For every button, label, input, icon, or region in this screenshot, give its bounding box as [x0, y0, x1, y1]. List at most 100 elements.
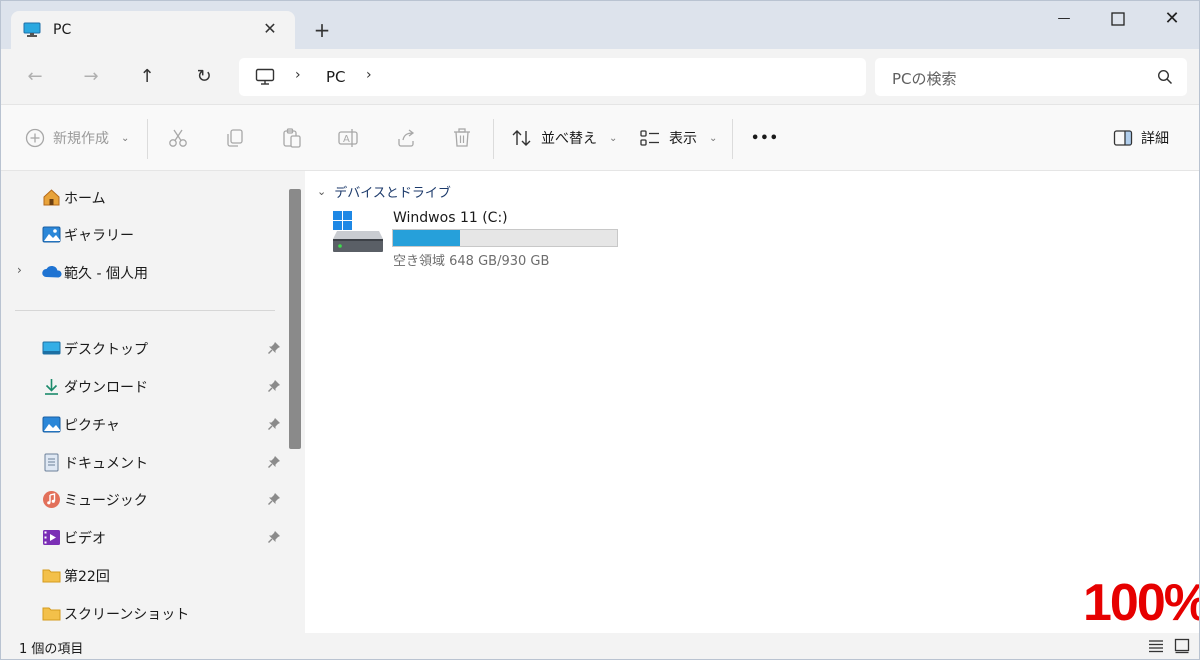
- zoom-overlay-label: 100%: [1083, 574, 1200, 632]
- new-tab-button[interactable]: +: [309, 17, 335, 43]
- videos-icon: [42, 528, 61, 547]
- chevron-down-icon: ⌄: [709, 132, 718, 144]
- breadcrumb-separator[interactable]: ›: [366, 67, 372, 83]
- pin-icon[interactable]: [267, 341, 281, 355]
- details-view-icon[interactable]: [1148, 639, 1164, 653]
- item-count: 1 個の項目: [19, 642, 84, 657]
- sidebar-divider: [15, 310, 275, 311]
- tab-title: PC: [53, 22, 72, 38]
- view-label: 表示: [669, 131, 697, 147]
- sidebar-item-screenshots[interactable]: スクリーンショット: [1, 598, 285, 628]
- sidebar-item-label: ギャラリー: [64, 228, 134, 244]
- pin-icon[interactable]: [267, 530, 281, 544]
- navigation-bar: ← → ↑ ↻ › PC › PCの検索: [1, 49, 1199, 105]
- pictures-icon: [42, 415, 61, 434]
- chevron-down-icon: ⌄: [121, 132, 130, 144]
- up-button[interactable]: ↑: [133, 63, 161, 91]
- add-icon: [25, 128, 45, 148]
- download-icon: [42, 377, 61, 396]
- sidebar-item-label: ダウンロード: [64, 380, 148, 396]
- music-icon: [42, 490, 61, 509]
- share-icon: [398, 129, 415, 147]
- file-explorer-window: PC ✕ + — ✕ ← → ↑ ↻ › PC › PCの検索 新規作成 ⌄ A…: [0, 0, 1200, 660]
- drive-c[interactable]: Windwos 11 (C:) 空き領域 648 GB/930 GB: [331, 209, 631, 271]
- sidebar-item-music[interactable]: ミュージック: [1, 484, 285, 514]
- pin-icon[interactable]: [267, 379, 281, 393]
- documents-icon: [42, 453, 61, 472]
- sidebar-item-pictures[interactable]: ピクチャ: [1, 409, 285, 439]
- sidebar-item-documents[interactable]: ドキュメント: [1, 447, 285, 477]
- sidebar-item-label: 第22回: [64, 569, 110, 585]
- address-bar[interactable]: › PC ›: [239, 58, 866, 96]
- view-button[interactable]: 表示 ⌄: [639, 125, 717, 151]
- sidebar-item-label: ドキュメント: [64, 456, 148, 472]
- pin-icon[interactable]: [267, 492, 281, 506]
- sidebar-scrollbar-thumb[interactable]: [289, 189, 301, 449]
- copy-icon: [227, 129, 243, 147]
- command-bar: 新規作成 ⌄ A 並べ替え ⌄ 表示 ⌄ ••• 詳細: [1, 105, 1199, 171]
- close-window-button[interactable]: ✕: [1149, 5, 1195, 33]
- sidebar-item-home[interactable]: ホーム: [1, 182, 285, 212]
- content-pane: ⌄ デバイスとドライブ Windwos 11 (C:) 空き領域 648 GB/…: [305, 171, 1199, 633]
- back-button[interactable]: ←: [21, 63, 49, 91]
- folder-icon: [42, 566, 61, 585]
- svg-text:A: A: [343, 134, 350, 145]
- monitor-icon[interactable]: [255, 68, 275, 86]
- tiles-view-icon[interactable]: [1174, 638, 1190, 654]
- minimize-button[interactable]: —: [1041, 5, 1087, 33]
- pc-icon: [23, 22, 41, 38]
- tab-pc[interactable]: PC ✕: [11, 11, 295, 49]
- sidebar-item-label: ミュージック: [64, 493, 148, 509]
- sidebar-item-label: デスクトップ: [64, 342, 148, 358]
- details-label: 詳細: [1141, 131, 1169, 147]
- group-title: デバイスとドライブ: [334, 186, 451, 201]
- sort-button[interactable]: 並べ替え ⌄: [511, 125, 617, 151]
- delete-button[interactable]: [451, 125, 473, 151]
- gallery-icon: [42, 225, 61, 244]
- breadcrumb-separator[interactable]: ›: [295, 67, 301, 83]
- windows-drive-icon: [331, 209, 387, 257]
- sidebar-item-downloads[interactable]: ダウンロード: [1, 371, 285, 401]
- search-input[interactable]: PCの検索: [892, 68, 957, 89]
- sidebar-item-label: ビデオ: [64, 531, 106, 547]
- paste-icon: [283, 128, 301, 148]
- home-icon: [42, 188, 61, 207]
- sidebar-item-folder-22[interactable]: 第22回: [1, 560, 285, 590]
- drive-free-space: 空き領域 648 GB/930 GB: [393, 254, 550, 269]
- sidebar-item-videos[interactable]: ビデオ: [1, 522, 285, 552]
- details-pane-icon: [1113, 130, 1133, 146]
- divider: [493, 119, 494, 159]
- share-button[interactable]: [395, 125, 417, 151]
- drive-usage-bar: [392, 229, 618, 247]
- sidebar-item-onedrive[interactable]: › 範久 - 個人用: [1, 257, 285, 287]
- drive-name: Windwos 11 (C:): [393, 210, 508, 226]
- paste-button[interactable]: [281, 125, 303, 151]
- search-box[interactable]: PCの検索: [875, 58, 1187, 96]
- chevron-right-icon[interactable]: ›: [17, 263, 22, 277]
- onedrive-icon: [42, 263, 62, 282]
- search-icon[interactable]: [1157, 69, 1173, 85]
- chevron-down-icon: ⌄: [317, 185, 327, 198]
- more-options-button[interactable]: •••: [751, 125, 779, 151]
- sort-icon: [512, 130, 531, 146]
- copy-button[interactable]: [224, 125, 246, 151]
- maximize-button[interactable]: [1095, 5, 1141, 33]
- sidebar-item-label: ホーム: [64, 191, 106, 207]
- new-button[interactable]: 新規作成 ⌄: [25, 125, 129, 151]
- status-bar: 1 個の項目: [1, 633, 1199, 659]
- group-header-devices[interactable]: ⌄ デバイスとドライブ: [317, 182, 451, 201]
- cut-icon: [169, 129, 187, 147]
- rename-icon: A: [338, 129, 358, 147]
- refresh-button[interactable]: ↻: [190, 63, 218, 91]
- pin-icon[interactable]: [267, 417, 281, 431]
- breadcrumb-pc[interactable]: PC: [326, 68, 346, 86]
- details-pane-button[interactable]: 詳細: [1113, 125, 1169, 151]
- sidebar-item-gallery[interactable]: ギャラリー: [1, 219, 285, 249]
- close-tab-icon[interactable]: ✕: [259, 18, 281, 40]
- cut-button[interactable]: [167, 125, 189, 151]
- rename-button[interactable]: A: [337, 125, 359, 151]
- pin-icon[interactable]: [267, 455, 281, 469]
- forward-button[interactable]: →: [77, 63, 105, 91]
- trash-icon: [454, 128, 470, 147]
- sidebar-item-desktop[interactable]: デスクトップ: [1, 333, 285, 363]
